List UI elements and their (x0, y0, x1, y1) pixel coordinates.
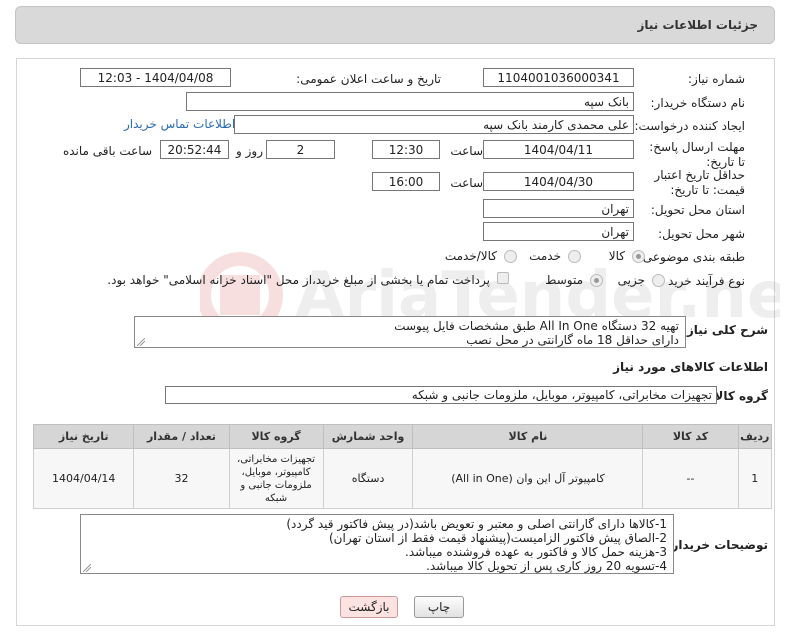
summary-line-1: تهیه 32 دستگاه All In One طبق مشخصات فای… (394, 319, 679, 333)
category-radio-both[interactable] (504, 250, 517, 263)
buyer-notes-label: توضیحات خریدار: (666, 538, 768, 552)
summary-line-2: دارای حداقل 18 ماه گارانتی در محل نصب (466, 333, 679, 347)
process-radio-minor[interactable] (652, 274, 665, 287)
validity-time-label: ساعت (450, 176, 483, 190)
col-header-qty: تعداد / مقدار (133, 424, 230, 449)
category-option-goods: کالا (608, 249, 625, 263)
buyer-note-line-4: 4-تسویه 20 روز کاری پس از تحویل کالا میب… (426, 559, 667, 573)
process-label: نوع فرآیند خرید : (660, 274, 745, 288)
deadline-time-label: ساعت (450, 144, 483, 158)
goods-group-field[interactable]: تجهیزات مخابراتی، کامپیوتر، موبایل، ملزو… (165, 386, 717, 404)
col-header-row: ردیف (737, 424, 773, 449)
col-header-name: نام کالا (412, 424, 644, 449)
resize-grip-icon[interactable] (137, 338, 145, 346)
creator-field[interactable]: علی محمدی کارمند بانک سپه (234, 115, 634, 134)
announce-datetime-field[interactable]: 1404/04/08 - 12:03 (80, 68, 231, 87)
treasury-payment-note: پرداخت تمام یا بخشی از مبلغ خرید،از محل … (107, 273, 490, 287)
city-field[interactable]: تهران (483, 222, 634, 241)
buyer-contact-link[interactable]: اطلاعات تماس خریدار (124, 117, 235, 131)
city-label: شهر محل تحویل: (658, 227, 745, 241)
summary-label: شرح کلی نیاز: (682, 323, 768, 337)
buyer-org-label: نام دستگاه خریدار: (650, 96, 746, 110)
cell-name: کامپیوتر آل این وان (All in One) (412, 448, 644, 509)
remaining-label: ساعت باقی مانده (62, 144, 152, 158)
col-header-group: گروه کالا (228, 424, 324, 449)
category-label: طبقه بندی موضوعی: (638, 250, 745, 264)
buyer-note-line-1: 1-کالاها دارای گارانتی اصلی و معتبر و تع… (286, 517, 667, 531)
cell-row: 1 (737, 448, 773, 509)
cell-unit: دستگاه (322, 448, 414, 509)
category-option-service: خدمت (529, 249, 561, 263)
cell-code: -- (642, 448, 739, 509)
province-label: استان محل تحویل: (650, 203, 745, 217)
header-panel: جزئیات اطلاعات نیاز (15, 6, 775, 44)
validity-time-field[interactable]: 16:00 (372, 172, 440, 191)
cell-date: 1404/04/14 (32, 448, 135, 509)
process-option-minor: جزیی (617, 273, 645, 287)
goods-group-label: گروه کالا: (709, 389, 768, 403)
remaining-time-field[interactable]: 20:52:44 (160, 140, 229, 159)
table-header-row: ردیف کد کالا نام کالا واحد شمارش گروه کا… (32, 424, 773, 449)
resize-grip-icon[interactable] (83, 564, 91, 572)
days-remaining-field[interactable]: 2 (266, 140, 335, 159)
need-number-field[interactable]: 1104001036000341 (483, 68, 634, 87)
category-radio-service[interactable] (568, 250, 581, 263)
cell-qty: 32 (133, 448, 230, 509)
deadline-time-field[interactable]: 12:30 (372, 140, 440, 159)
print-button[interactable]: چاپ (414, 596, 464, 618)
deadline-label: مهلت ارسال پاسخ: تا تاریخ: (649, 140, 745, 169)
summary-textarea[interactable]: تهیه 32 دستگاه All In One طبق مشخصات فای… (134, 316, 686, 348)
province-field[interactable]: تهران (483, 199, 634, 218)
category-option-both: کالا/خدمت (444, 249, 497, 263)
creator-label: ایجاد کننده درخواست: (634, 119, 745, 133)
process-radio-medium[interactable] (590, 274, 603, 287)
table-row[interactable]: 1 -- کامپیوتر آل این وان (All in One) دس… (32, 448, 773, 509)
col-header-unit: واحد شمارش (322, 424, 414, 449)
process-option-medium: متوسط (545, 273, 583, 287)
buyer-org-field[interactable]: بانک سپه (186, 92, 634, 111)
goods-table: ردیف کد کالا نام کالا واحد شمارش گروه کا… (32, 424, 773, 509)
treasury-payment-checkbox[interactable] (497, 272, 509, 284)
page-title: جزئیات اطلاعات نیاز (637, 18, 758, 32)
back-button[interactable]: بازگشت (340, 596, 398, 618)
cell-group: تجهیزات مخابراتی، کامپیوتر، موبایل، ملزو… (228, 448, 324, 509)
days-label: روز و (236, 144, 263, 158)
validity-date-field[interactable]: 1404/04/30 (483, 172, 634, 191)
col-header-date: تاریخ نیاز (32, 424, 135, 449)
goods-section-title: اطلاعات کالاهای مورد نیاز (613, 360, 768, 374)
category-radio-goods[interactable] (632, 250, 645, 263)
buyer-note-line-3: 3-هزینه حمل کالا و فاکتور به عهده فروشند… (405, 545, 667, 559)
announce-label: تاریخ و ساعت اعلان عمومی: (296, 72, 441, 86)
buyer-note-line-2: 2-الصاق پیش فاکتور الزامیست(پیشنهاد قیمت… (328, 531, 667, 545)
col-header-code: کد کالا (642, 424, 739, 449)
buyer-notes-textarea[interactable]: 1-کالاها دارای گارانتی اصلی و معتبر و تع… (80, 514, 674, 574)
deadline-date-field[interactable]: 1404/04/11 (483, 140, 634, 159)
validity-label: حداقل تاریخ اعتبار قیمت: تا تاریخ: (654, 168, 745, 197)
need-number-label: شماره نیاز: (688, 72, 745, 86)
